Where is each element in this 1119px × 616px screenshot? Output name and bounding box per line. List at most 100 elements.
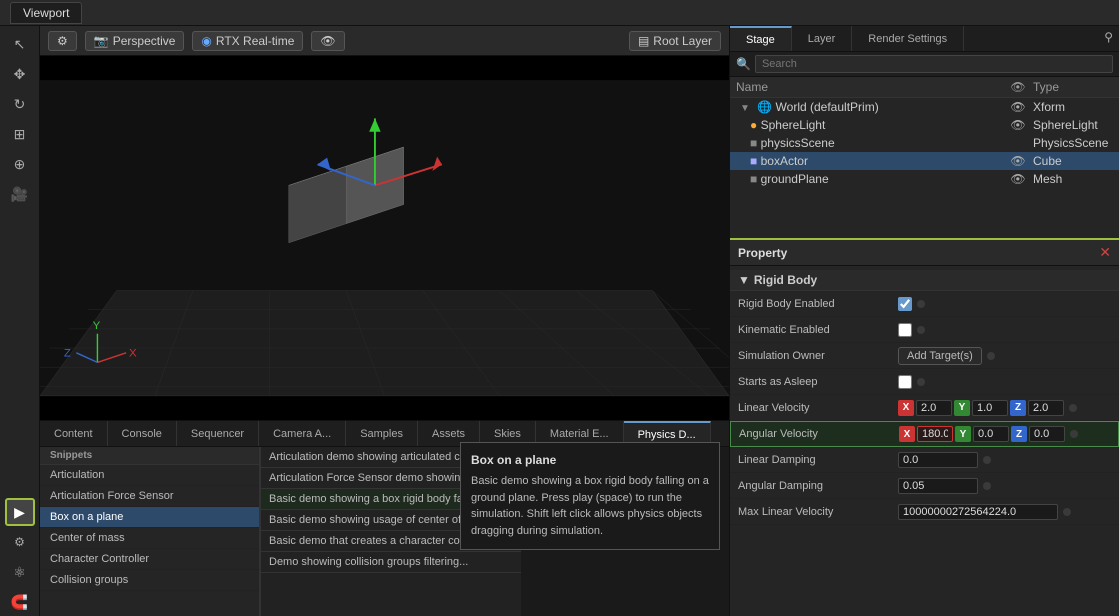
av-z-input[interactable] [1029,426,1065,442]
stage-tab-bar: Stage Layer Render Settings ⚲ [730,26,1119,52]
rtx-label: RTX Real-time [216,34,294,48]
col-type: Type [1033,80,1113,94]
linear-velocity-label: Linear Velocity [738,402,898,414]
tree-sphere-light[interactable]: ● SphereLight 👁 SphereLight [730,116,1119,134]
lv-z-input[interactable] [1028,400,1064,416]
linear-damping-input[interactable] [898,452,978,468]
tree-physics-scene[interactable]: ■ physicsScene PhysicsScene [730,134,1119,152]
lv-x-input[interactable] [916,400,952,416]
lv-y-label: Y [954,400,970,416]
tab-console[interactable]: Console [108,421,177,446]
camera-mode-btn[interactable]: 📷 Perspective [85,31,185,51]
linear-damping-value [898,452,1111,468]
tab-camera[interactable]: Camera A... [259,421,346,446]
tab-physics[interactable]: Physics D... [624,421,711,446]
av-x-label: X [899,426,915,442]
max-linear-velocity-input[interactable] [898,504,1058,520]
physics-btn[interactable]: ⚛ [5,558,35,586]
gizmo-btn[interactable]: ⊕ [5,150,35,178]
svg-text:Z: Z [64,348,71,360]
snippet-articulation[interactable]: Articulation [40,465,259,486]
rigid-body-enabled-dot [917,300,925,308]
ld-dot [983,456,991,464]
lv-dot [1069,404,1077,412]
angular-velocity-value: X Y Z [899,426,1110,442]
scale-tool-btn[interactable]: ⊞ [5,120,35,148]
select-tool-btn[interactable]: ↖ [5,30,35,58]
sphere-light-vis[interactable]: 👁 [1003,118,1033,132]
collapse-icon: ▼ [740,103,750,114]
snap-btn[interactable]: 🧲 [5,588,35,616]
angular-velocity-label: Angular Velocity [739,428,899,440]
box-actor-name: ■ boxActor [750,154,1003,168]
box-actor-vis[interactable]: 👁 [1003,154,1033,168]
angular-damping-input[interactable] [898,478,978,494]
viewport-settings-btn[interactable]: ⚙ [48,31,77,51]
simulation-owner-label: Simulation Owner [738,350,898,362]
tab-layer[interactable]: Layer [792,26,853,51]
desc-char-controller: Basic demo that creates a character cont… [269,535,513,547]
kinematic-dot [917,326,925,334]
search-icon: 🔍 [736,57,751,71]
tab-material[interactable]: Material E... [536,421,624,446]
tab-skies[interactable]: Skies [480,421,536,446]
snippet-char-controller[interactable]: Character Controller [40,549,259,570]
stage-tree: ▼ 🌐 World (defaultPrim) 👁 Xform ● Sphere… [730,98,1119,238]
tab-render-settings[interactable]: Render Settings [852,26,964,51]
tree-world[interactable]: ▼ 🌐 World (defaultPrim) 👁 Xform [730,98,1119,116]
tab-samples[interactable]: Samples [346,421,418,446]
rotate-tool-btn[interactable]: ↻ [5,90,35,118]
starts-asleep-checkbox[interactable] [898,375,912,389]
rtx-btn[interactable]: ◉ RTX Real-time [192,31,303,51]
desc-center-mass: Basic demo showing usage of center of ma… [269,514,513,526]
play-btn[interactable]: ▶ [5,498,35,526]
mlv-dot [1063,508,1071,516]
play-settings-btn[interactable]: ⚙ [5,528,35,556]
sphere-light-name: ● SphereLight [750,118,1003,132]
tree-box-actor[interactable]: ■ boxActor 👁 Cube [730,152,1119,170]
starts-asleep-row: Starts as Asleep [730,369,1119,395]
starts-asleep-label: Starts as Asleep [738,376,898,388]
tab-content[interactable]: Content [40,421,108,446]
stage-search-bar: 🔍 [730,52,1119,77]
snippet-center-mass[interactable]: Center of mass [40,528,259,549]
camera-icon: 📷 [94,34,109,48]
simulation-owner-row: Simulation Owner Add Target(s) [730,343,1119,369]
tab-sequencer[interactable]: Sequencer [177,421,259,446]
bottom-tab-bar: Content Console Sequencer Camera A... Sa… [40,421,729,447]
av-y-input[interactable] [973,426,1009,442]
snippet-force-sensor[interactable]: Articulation Force Sensor [40,486,259,507]
col-vis: 👁 [1003,80,1033,94]
viewport-canvas[interactable]: X Y Z [40,56,729,420]
desc-collision: Demo showing collision groups filtering.… [269,556,513,568]
layers-icon: ▤ [638,34,649,48]
simulation-owner-dot [987,352,995,360]
rigid-body-enabled-value [898,297,1111,311]
root-layer-btn[interactable]: ▤ Root Layer [629,31,721,51]
rigid-body-enabled-checkbox[interactable] [898,297,912,311]
av-dot [1070,430,1078,438]
desc-box-plane: Basic demo showing a box rigid body fall… [269,493,513,505]
tab-stage[interactable]: Stage [730,26,792,51]
kinematic-enabled-checkbox[interactable] [898,323,912,337]
search-input[interactable] [755,55,1113,73]
starts-asleep-dot [917,378,925,386]
camera-btn[interactable]: 🎥 [5,180,35,208]
snippet-box-plane[interactable]: Box on a plane [40,507,259,528]
lv-y-input[interactable] [972,400,1008,416]
move-tool-btn[interactable]: ✥ [5,60,35,88]
box-actor-icon: ■ [750,154,757,168]
world-vis[interactable]: 👁 [1003,100,1033,114]
eye-btn[interactable]: 👁 [311,31,344,51]
visibility-icon: 👁 [320,34,335,48]
snippet-collision[interactable]: Collision groups [40,570,259,591]
ground-plane-vis[interactable]: 👁 [1003,172,1033,186]
viewport-tab[interactable]: Viewport [10,2,82,24]
add-target-btn[interactable]: Add Target(s) [898,347,982,365]
filter-icon[interactable]: ⚲ [1098,26,1119,51]
tree-ground-plane[interactable]: ■ groundPlane 👁 Mesh [730,170,1119,188]
av-x-input[interactable] [917,426,953,442]
tab-assets[interactable]: Assets [418,421,480,446]
linear-velocity-row: Linear Velocity X Y Z [730,395,1119,421]
property-close-btn[interactable]: ✕ [1099,244,1111,261]
